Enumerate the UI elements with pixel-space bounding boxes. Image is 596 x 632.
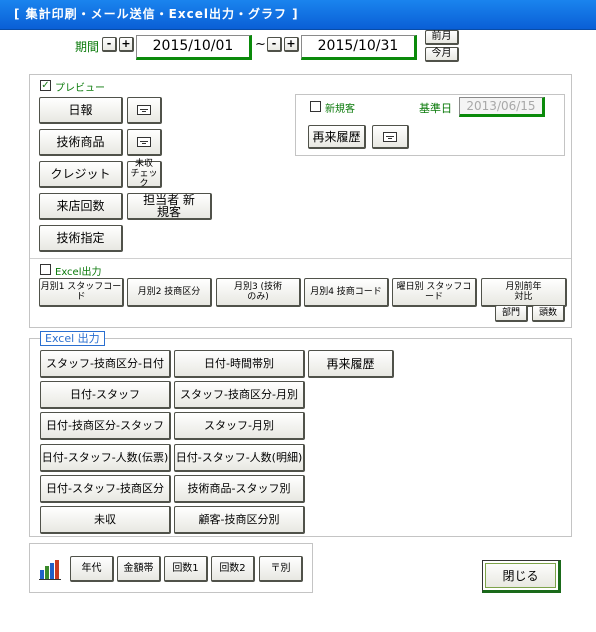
credit-button[interactable]: クレジット [39, 161, 123, 188]
base-date-label: 基準日 [419, 102, 452, 115]
prev-year-compare-button[interactable]: 月別前年 対比 [481, 278, 567, 307]
excel-output-legend: Excel 出力 [40, 331, 105, 346]
to-plus-button[interactable]: + [284, 37, 299, 52]
tech-product-button[interactable]: 技術商品 [39, 129, 123, 156]
from-date-input[interactable]: 2015/10/01 [136, 35, 252, 60]
base-date-input[interactable]: 2013/06/15 [459, 97, 545, 117]
customer-cat-button[interactable]: 顧客-技商区分別 [174, 506, 305, 534]
count1-graph-button[interactable]: 回数1 [164, 556, 208, 582]
date-timeband-button[interactable]: 日付-時間帯別 [174, 350, 305, 378]
keyboard-icon [137, 137, 151, 147]
uncollected-check-button[interactable]: 未収 チェック [127, 159, 162, 189]
keyboard-icon [137, 105, 151, 115]
staff-cat-month-button[interactable]: スタッフ-技商区分-月別 [174, 381, 305, 409]
monthly2-button[interactable]: 月別2 技商区分 [127, 278, 212, 307]
daily-report-button[interactable]: 日報 [39, 97, 123, 124]
keyboard-icon [383, 131, 397, 142]
date-staff-count-slip-button[interactable]: 日付-スタッフ-人数(伝票) [40, 444, 171, 472]
uncollected-button[interactable]: 未収 [40, 506, 171, 534]
period-label: 期間 [75, 40, 100, 54]
monthly3-button[interactable]: 月別3 (技術のみ) [216, 278, 301, 307]
tech-product-staff-button[interactable]: 技術商品-スタッフ別 [174, 475, 305, 503]
monthly1-button[interactable]: 月別1 スタッフコード [39, 278, 124, 307]
head-count-button[interactable]: 頭数 [532, 305, 565, 322]
tech-product-mail-button[interactable] [127, 129, 162, 156]
postal-graph-button[interactable]: 〒別 [259, 556, 303, 582]
count2-graph-button[interactable]: 回数2 [211, 556, 255, 582]
revisit-history-excel-button[interactable]: 再来履歴 [308, 350, 394, 378]
revisit-mail-button[interactable] [372, 125, 409, 149]
report-window: [ 集計印刷・メール送信・Excel出力・グラフ ] 期間 - + 2015/1… [0, 0, 596, 632]
title-bar: [ 集計印刷・メール送信・Excel出力・グラフ ] [0, 0, 596, 30]
close-button[interactable]: 閉じる [482, 560, 561, 593]
age-graph-button[interactable]: 年代 [70, 556, 114, 582]
preview-checkbox[interactable]: ✓ [40, 80, 51, 91]
date-staff-button[interactable]: 日付-スタッフ [40, 381, 171, 409]
daily-mail-button[interactable] [127, 97, 162, 124]
monthly4-button[interactable]: 月別4 技商コード [304, 278, 389, 307]
from-minus-button[interactable]: - [102, 37, 117, 52]
this-month-button[interactable]: 今月 [425, 47, 459, 62]
visit-count-button[interactable]: 来店回数 [39, 193, 123, 220]
tech-spec-button[interactable]: 技術指定 [39, 225, 123, 252]
new-customer-label: 新規客 [325, 104, 355, 115]
staff-cat-date-button[interactable]: スタッフ-技商区分-日付 [40, 350, 171, 378]
staff-month-button[interactable]: スタッフ-月別 [174, 412, 305, 440]
date-staff-count-detail-button[interactable]: 日付-スタッフ-人数(明細) [174, 444, 305, 472]
excel-output-check-label: Excel出力 [55, 267, 102, 278]
bar-chart-icon [39, 560, 61, 580]
to-date-input[interactable]: 2015/10/31 [301, 35, 417, 60]
amount-graph-button[interactable]: 金額帯 [117, 556, 161, 582]
new-customer-checkbox[interactable] [310, 101, 321, 112]
window-title: [ 集計印刷・メール送信・Excel出力・グラフ ] [14, 7, 299, 21]
revisit-history-preview-button[interactable]: 再来履歴 [308, 125, 366, 149]
prev-month-button[interactable]: 前月 [425, 30, 459, 45]
dept-button[interactable]: 部門 [495, 305, 528, 322]
tilde-label: ~ [255, 37, 266, 52]
to-minus-button[interactable]: - [267, 37, 282, 52]
excel-output-checkbox[interactable] [40, 264, 51, 275]
from-plus-button[interactable]: + [119, 37, 134, 52]
staff-new-customer-button[interactable]: 担当者 新規客 [127, 193, 212, 220]
date-cat-staff-button[interactable]: 日付-技商区分-スタッフ [40, 412, 171, 440]
weekday-button[interactable]: 曜日別 スタッフコード [392, 278, 477, 307]
preview-label: プレビュー [55, 83, 105, 94]
divider [30, 258, 571, 259]
date-staff-cat-button[interactable]: 日付-スタッフ-技商区分 [40, 475, 171, 503]
